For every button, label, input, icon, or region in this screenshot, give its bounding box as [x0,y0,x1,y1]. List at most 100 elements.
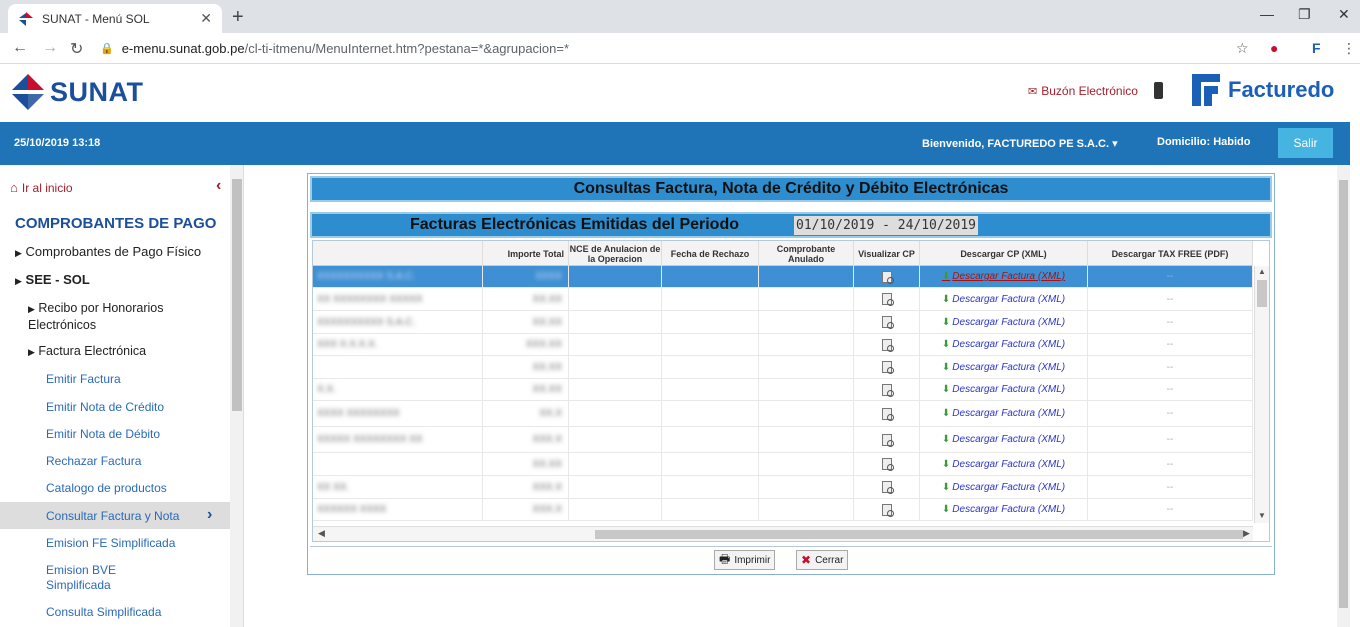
cell-descargar-xml: ⬇ Descargar Factura (XML) [920,288,1088,310]
cell-descargar-xml: ⬇ Descargar Factura (XML) [920,379,1088,400]
sidebar-item-comprobantes-fisico[interactable]: ▶ Comprobantes de Pago Físico [15,244,201,259]
grid-horizontal-scrollbar[interactable]: ◀ ▶ [313,526,1253,541]
extension-icon[interactable]: ● [1270,40,1278,56]
collapse-sidebar-icon[interactable]: ‹ [216,177,221,195]
download-xml-link[interactable]: ⬇ Descargar Factura (XML) [942,384,1065,395]
url-input[interactable]: 🔒 e-menu.sunat.gob.pe /cl-ti-itmenu/Menu… [100,37,1260,60]
importe-text: XX.XX [532,458,562,470]
table-row[interactable]: XXXXXX XXXX XXX.X ⬇ Descargar Factura (XML)… [313,499,1253,521]
reload-icon[interactable]: ↻ [70,39,83,59]
user-menu[interactable]: Bienvenido, FACTUREDO PE S.A.C. ▾ [922,137,1118,150]
importe-text: XX.X [539,408,562,419]
forward-icon[interactable]: → [42,39,58,57]
new-tab-icon[interactable]: + [232,6,244,29]
download-xml-link[interactable]: ⬇ Descargar Factura (XML) [942,362,1065,373]
sidebar-item-emitir-nota-debito[interactable]: Emitir Nota de Débito [46,427,160,441]
download-xml-link[interactable]: ⬇ Descargar Factura (XML) [942,434,1065,445]
view-document-icon[interactable] [881,361,894,374]
sidebar-item-rechazar-factura[interactable]: Rechazar Factura [46,454,141,468]
bookmark-star-icon[interactable]: ☆ [1236,40,1249,57]
view-document-icon[interactable] [881,458,894,471]
table-row[interactable]: XX.XX ⬇ Descargar Factura (XML) -- [313,356,1253,379]
sidebar-item-emitir-nota-credito[interactable]: Emitir Nota de Crédito [46,400,164,414]
sidebar-item-consulta-simplificada[interactable]: Consulta Simplificada [46,605,161,619]
chrome-menu-icon[interactable]: ⋮ [1342,40,1356,57]
sidebar-item-recibo-honorarios[interactable]: ▶ Recibo por Honorarios Electrónicos [28,300,218,333]
download-xml-link[interactable]: ⬇ Descargar Factura (XML) [942,482,1065,493]
buzon-electronico-link[interactable]: ✉ Buzón Electrónico [1028,84,1138,98]
sidebar-item-factura-electronica[interactable]: ▶ Factura Electrónica [28,344,146,358]
table-row[interactable]: XX XX. XXX.X ⬇ Descargar Factura (XML) -- [313,476,1253,499]
maximize-icon[interactable]: ❐ [1298,6,1311,23]
period-label: Facturas Electrónicas Emitidas del Perio… [410,216,739,233]
facturedo-extension-icon[interactable]: F [1312,40,1321,56]
sidebar-item-emitir-factura[interactable]: Emitir Factura [46,372,121,386]
minimize-icon[interactable]: — [1260,6,1274,22]
logout-button[interactable]: Salir [1278,128,1333,158]
table-row[interactable]: XXXX XXXXXXXX XX.X ⬇ Descargar Factura (XML… [313,401,1253,427]
download-xml-link[interactable]: ⬇ Descargar Factura (XML) [942,271,1065,282]
scrollbar-thumb[interactable] [232,179,242,411]
table-row[interactable]: XXXXXXXXXX S.A.C. XX.XX ⬇ Descargar Factura… [313,311,1253,334]
view-document-icon[interactable] [881,503,894,517]
scroll-down-icon[interactable]: ▼ [1258,511,1266,520]
close-button[interactable]: ✖ Cerrar [796,550,849,570]
sidebar-scrollbar[interactable] [230,165,244,627]
sidebar-item-emision-bve-simplificada[interactable]: Emision BVE Simplificada [46,563,156,593]
session-bar: 25/10/2019 13:18 Bienvenido, FACTUREDO P… [0,122,1350,165]
table-row[interactable]: X.X. XX.XX ⬇ Descargar Factura (XML) -- [313,379,1253,401]
table-row[interactable]: XX XXXXXXXX XXXXX XX.XX ⬇ Descargar Factura… [313,288,1253,311]
tax-free-value: -- [1166,339,1174,350]
scrollbar-thumb[interactable] [1339,180,1348,608]
view-document-icon[interactable] [881,407,894,421]
table-row[interactable]: XXXXXXXXXX S.A.C. XXXX ⬇ Descargar Factura … [313,266,1253,288]
page-scrollbar[interactable] [1337,165,1350,627]
table-row[interactable]: XXXXX XXXXXXXX XX XXX.X ⬇ Descargar Factura… [313,427,1253,453]
view-document-icon[interactable] [881,383,894,397]
scrollbar-thumb[interactable] [1257,280,1267,307]
grid-vertical-scrollbar[interactable]: ▲ ▼ [1254,266,1269,523]
tab-close-icon[interactable]: ✕ [200,10,212,27]
view-document-icon[interactable] [881,481,894,494]
envelope-icon: ✉ [1028,85,1038,98]
cell-descargar-xml: ⬇ Descargar Factura (XML) [920,311,1088,333]
view-document-icon[interactable] [881,270,894,284]
site-header: SUNAT ✉ Buzón Electrónico Facturedo [0,64,1360,122]
scrollbar-thumb[interactable] [595,530,1243,539]
scroll-up-icon[interactable]: ▲ [1258,267,1266,276]
phone-icon[interactable] [1154,82,1163,99]
download-arrow-icon: ⬇ [941,293,951,305]
view-document-icon[interactable] [881,293,894,306]
table-row[interactable]: XX.XX ⬇ Descargar Factura (XML) -- [313,453,1253,476]
sidebar-item-see-sol[interactable]: ▶ SEE - SOL [15,272,90,287]
cell-cliente [313,453,483,475]
grid-header: Importe Total NCE de Anulacion de la Ope… [313,241,1253,266]
sidebar-item-emision-fe-simplificada[interactable]: Emision FE Simplificada [46,536,175,550]
download-xml-link[interactable]: ⬇ Descargar Factura (XML) [942,294,1065,305]
download-xml-link[interactable]: ⬇ Descargar Factura (XML) [942,317,1065,328]
home-link[interactable]: ⌂ Ir al inicio [10,180,73,195]
view-document-icon[interactable] [881,316,894,329]
scroll-right-icon[interactable]: ▶ [1243,528,1250,539]
print-button[interactable]: 🖶 Imprimir [714,550,776,570]
download-xml-link[interactable]: ⬇ Descargar Factura (XML) [942,408,1065,419]
window-close-icon[interactable]: ✕ [1338,6,1350,23]
download-xml-link[interactable]: ⬇ Descargar Factura (XML) [942,339,1065,350]
cell-descargar-xml: ⬇ Descargar Factura (XML) [920,334,1088,355]
view-document-icon[interactable] [881,338,894,352]
sunat-logo[interactable]: SUNAT [10,72,144,112]
download-label: Descargar Factura (XML) [952,316,1066,328]
table-row[interactable]: XXX X.X.X.X. XXX.XX ⬇ Descargar Factura (XM… [313,334,1253,356]
download-xml-link[interactable]: ⬇ Descargar Factura (XML) [942,504,1065,515]
view-document-icon[interactable] [881,433,894,447]
cliente-text: XXXXX XXXXXXXX XX [317,434,423,445]
scroll-left-icon[interactable]: ◀ [318,528,325,539]
back-icon[interactable]: ← [12,39,28,57]
cell-tax-free: -- [1088,401,1253,426]
browser-tab[interactable]: SUNAT - Menú SOL ✕ [8,4,222,33]
sidebar-item-consultar-factura[interactable]: Consultar Factura y Nota › [0,502,230,529]
print-label: Imprimir [734,554,771,566]
download-arrow-icon: ⬇ [941,316,951,328]
sidebar-item-catalogo-productos[interactable]: Catalogo de productos [46,481,167,495]
download-xml-link[interactable]: ⬇ Descargar Factura (XML) [942,459,1065,470]
